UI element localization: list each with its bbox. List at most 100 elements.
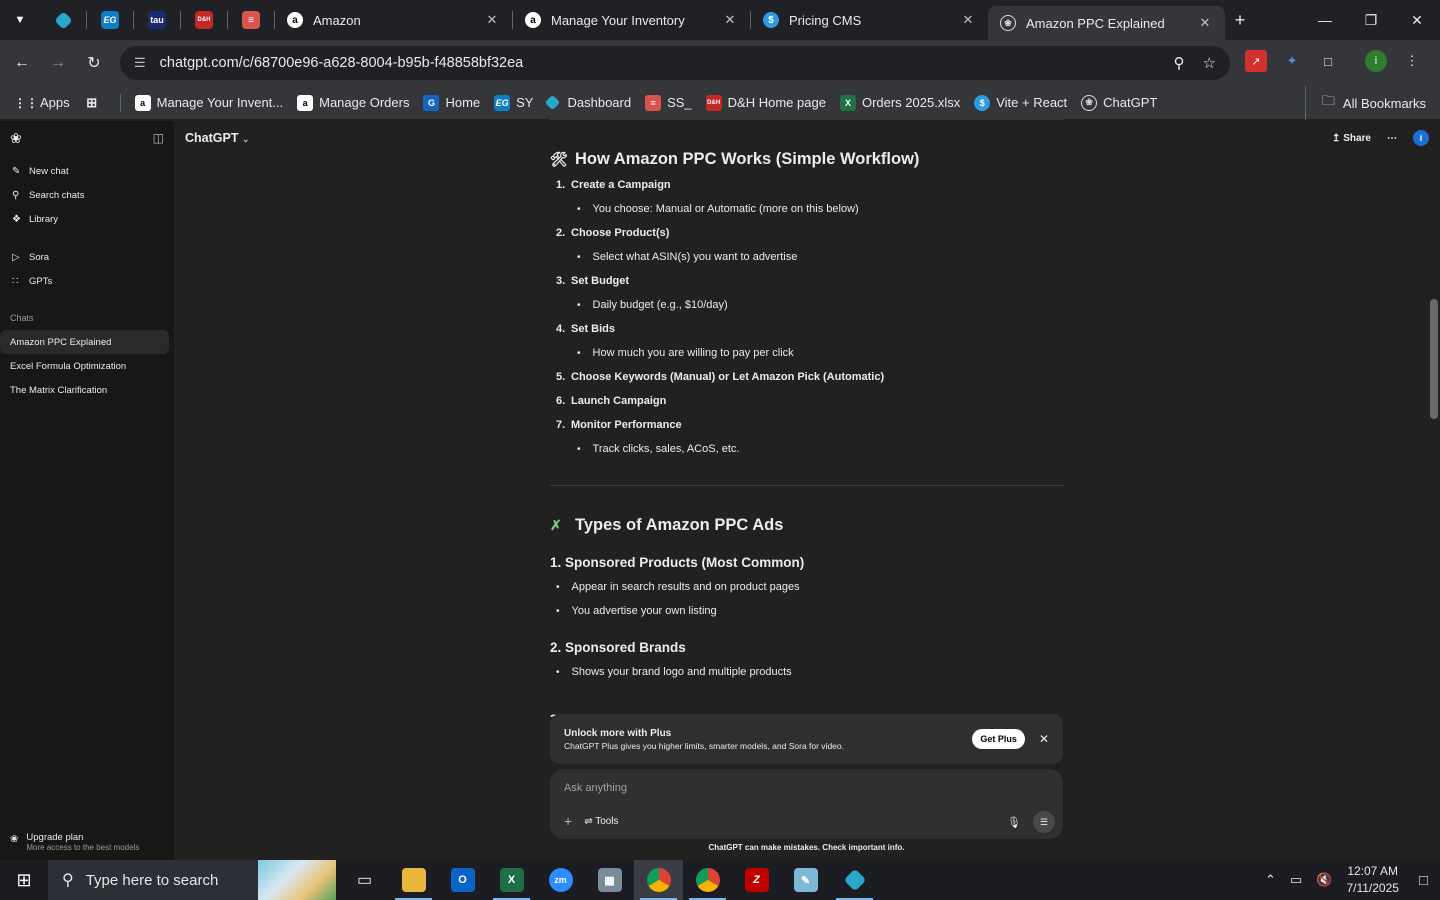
library-icon: ❖: [12, 213, 21, 225]
upgrade-text: Upgrade plan More access to the best mod…: [26, 832, 139, 852]
message-input[interactable]: [564, 779, 1044, 797]
tab-amazon[interactable]: a Amazon ✕: [275, 0, 512, 40]
pinned-tab-4[interactable]: D&H: [181, 0, 227, 40]
task-view-button[interactable]: ▭: [340, 860, 389, 900]
close-icon[interactable]: ✕: [722, 12, 738, 28]
sidebar-item-sora[interactable]: ▷ Sora: [0, 245, 174, 269]
avatar[interactable]: i: [1413, 130, 1429, 146]
sidebar-item-library[interactable]: ❖ Library: [0, 207, 174, 231]
tab-title: Amazon: [313, 12, 361, 28]
tab-amazon-ppc-explained[interactable]: ❀ Amazon PPC Explained ✕: [988, 6, 1225, 40]
scrollbar-thumb[interactable]: [1430, 299, 1438, 419]
start-button[interactable]: ⊞: [0, 860, 48, 900]
search-highlight-image: [258, 860, 336, 900]
minimize-icon[interactable]: —: [1302, 12, 1348, 29]
menu-kebab-icon[interactable]: ⋮: [1401, 50, 1423, 72]
close-icon[interactable]: ✕: [960, 12, 976, 28]
back-icon[interactable]: ←: [4, 54, 40, 72]
diamond-app-button[interactable]: [830, 860, 879, 900]
pinned-tab-3[interactable]: tau: [134, 0, 180, 40]
close-icon[interactable]: ✕: [484, 12, 500, 28]
bookmark-orders-xlsx[interactable]: X Orders 2025.xlsx: [839, 94, 960, 111]
zoom-icon[interactable]: ⚲: [1174, 54, 1185, 72]
tools-button[interactable]: ⇌ Tools: [584, 816, 618, 827]
tab-manage-inventory[interactable]: a Manage Your Inventory ✕: [513, 0, 750, 40]
chat-item-matrix[interactable]: The Matrix Clarification: [0, 378, 169, 402]
restore-icon[interactable]: ❐: [1348, 12, 1394, 29]
model-selector[interactable]: ChatGPT ⌄: [185, 131, 250, 145]
bookmark-apps[interactable]: ⋮⋮ Apps: [14, 95, 70, 111]
close-icon[interactable]: ✕: [1039, 732, 1049, 746]
tab-search-button[interactable]: ▼: [0, 0, 40, 40]
sidebar-toggle-icon[interactable]: ◫: [153, 131, 164, 145]
volume-muted-icon[interactable]: 🔇: [1316, 872, 1332, 888]
sidebar: ❀ ◫ ✎ New chat ⚲ Search chats ❖ Library ▷ So…: [0, 121, 174, 860]
get-plus-button[interactable]: Get Plus: [972, 729, 1025, 749]
tab-pricing-cms[interactable]: $ Pricing CMS ✕: [751, 0, 988, 40]
clock[interactable]: 12:07 AM 7/11/2025: [1346, 863, 1399, 897]
share-icon: ↥: [1332, 132, 1341, 144]
eg-logo-icon: EG: [494, 94, 511, 111]
close-window-icon[interactable]: ✕: [1394, 12, 1440, 29]
calculator-button[interactable]: ▦: [585, 860, 634, 900]
chat-item-excel-formula[interactable]: Excel Formula Optimization: [0, 354, 169, 378]
sidebar-item-gpts[interactable]: ∷ GPTs: [0, 269, 174, 293]
chevron-down-icon: ⌄: [241, 134, 250, 144]
new-tab-button[interactable]: +: [1225, 10, 1255, 31]
scrollbar[interactable]: [1430, 129, 1438, 809]
chevron-up-icon[interactable]: ⌃: [1265, 872, 1276, 888]
extension-icon[interactable]: ✦: [1281, 50, 1303, 72]
zoom-button[interactable]: zm: [536, 860, 585, 900]
bookmark-label: Dashboard: [567, 95, 632, 110]
all-bookmarks[interactable]: 🗀 All Bookmarks: [1304, 86, 1426, 120]
message-content: 🛠 How Amazon PPC Works (Simple Workflow) …: [550, 119, 1064, 731]
bookmark-tab-groups[interactable]: ⊞: [84, 95, 106, 111]
bookmark-chatgpt[interactable]: ❀ ChatGPT: [1081, 94, 1157, 111]
bookmark-star-icon[interactable]: ☆: [1203, 54, 1216, 72]
bookmark-label: SY: [516, 95, 534, 110]
pinned-tab-5[interactable]: ≡: [228, 0, 274, 40]
sidebar-item-new-chat[interactable]: ✎ New chat: [0, 159, 174, 183]
add-attachment-icon[interactable]: +: [564, 813, 572, 829]
bookmark-dashboard[interactable]: Dashboard: [545, 94, 632, 111]
pinned-tab-1[interactable]: [40, 0, 86, 40]
pdf-extension-icon[interactable]: ↗: [1245, 50, 1267, 72]
forward-icon[interactable]: →: [40, 54, 76, 72]
voice-mode-button[interactable]: ☰: [1033, 811, 1055, 833]
excel-button[interactable]: X: [487, 860, 536, 900]
chevron-down-icon: ▼: [14, 14, 26, 26]
bookmark-manage-inventory[interactable]: a Manage Your Invent...: [134, 94, 283, 111]
bookmark-dh-home[interactable]: D&H D&H Home page: [705, 94, 826, 111]
taskbar-search[interactable]: ⚲ Type here to search: [48, 860, 336, 900]
upgrade-plan[interactable]: ❀ Upgrade plan More access to the best m…: [10, 832, 139, 852]
share-button[interactable]: ↥ Share: [1332, 133, 1371, 144]
url-text[interactable]: chatgpt.com/c/68700e96-a628-8004-b95b-f4…: [160, 55, 1156, 71]
bookmark-ss[interactable]: ≡ SS_: [645, 94, 692, 111]
filezilla-button[interactable]: Z: [732, 860, 781, 900]
profile-avatar[interactable]: i: [1365, 50, 1387, 72]
app-button[interactable]: ✎: [781, 860, 830, 900]
bookmark-sy[interactable]: EG SY: [494, 94, 534, 111]
openai-logo-icon[interactable]: ❀: [10, 130, 22, 147]
notification-icon[interactable]: □: [1419, 872, 1428, 889]
dh-logo-icon: D&H: [705, 94, 722, 111]
bookmark-vite-react[interactable]: $ Vite + React: [974, 94, 1067, 111]
close-icon[interactable]: ✕: [1197, 15, 1213, 31]
outlook-button[interactable]: O: [438, 860, 487, 900]
chrome-profile-button[interactable]: [683, 860, 732, 900]
chat-item-amazon-ppc[interactable]: Amazon PPC Explained: [0, 330, 169, 354]
network-icon[interactable]: ▭: [1290, 872, 1302, 888]
address-bar[interactable]: ☰ chatgpt.com/c/68700e96-a628-8004-b95b-…: [120, 46, 1230, 80]
sidebar-item-search-chats[interactable]: ⚲ Search chats: [0, 183, 174, 207]
chrome-button[interactable]: [634, 860, 683, 900]
bookmark-manage-orders[interactable]: a Manage Orders: [297, 94, 409, 111]
bookmark-home[interactable]: G Home: [423, 94, 480, 111]
pinned-tab-2[interactable]: EG: [87, 0, 133, 40]
microphone-icon[interactable]: 🎙: [1007, 816, 1021, 829]
more-options-icon[interactable]: ⋯: [1387, 133, 1397, 144]
file-explorer-button[interactable]: [389, 860, 438, 900]
puzzle-icon[interactable]: □: [1317, 50, 1339, 72]
site-info-icon[interactable]: ☰: [134, 55, 146, 71]
reload-icon[interactable]: ↻: [76, 53, 112, 73]
